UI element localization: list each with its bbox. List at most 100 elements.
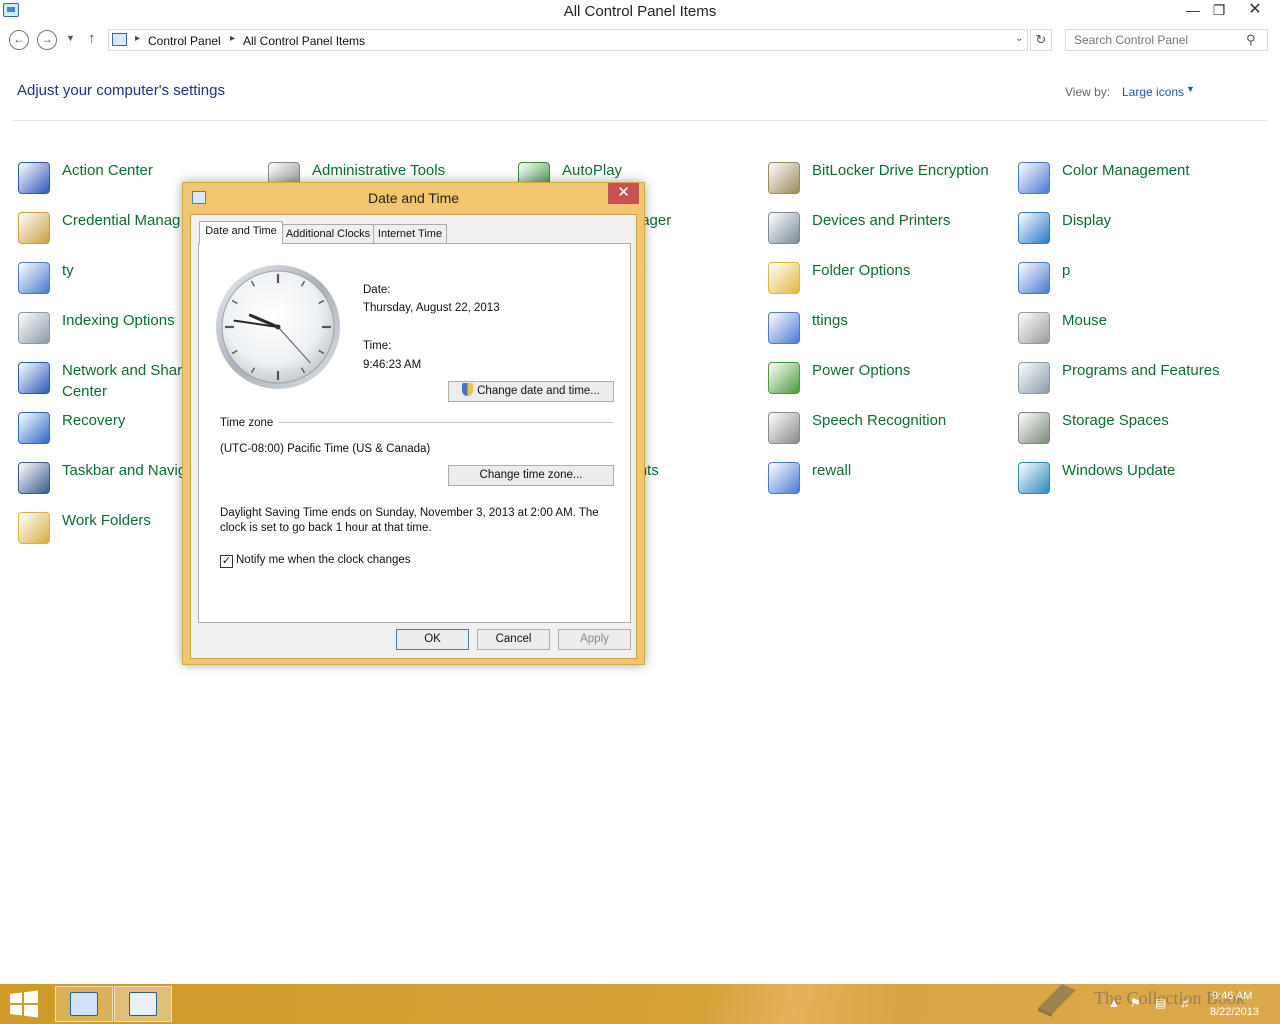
item-label: Windows Update [1062, 462, 1176, 479]
notify-checkbox[interactable]: ✓ [220, 555, 233, 568]
cancel-button[interactable]: Cancel [477, 629, 550, 650]
tab-internet-time[interactable]: Internet Time [373, 224, 447, 245]
book-icon [1038, 984, 1076, 1017]
control-panel-item[interactable]: p [1018, 258, 1258, 302]
item-icon [768, 412, 800, 444]
item-label: Administrative Tools [312, 162, 446, 179]
taskbar-clock-date[interactable]: 8/22/2013 [1210, 1006, 1259, 1018]
item-label: Power Options [812, 362, 911, 379]
item-icon [18, 412, 50, 444]
item-label: ttings [812, 312, 848, 329]
change-date-time-label: Change date and time... [477, 385, 600, 397]
change-time-zone-button[interactable]: Change time zone... [448, 465, 614, 486]
search-icon[interactable]: ⚲ [1246, 32, 1256, 48]
divider [12, 120, 1268, 121]
breadcrumb-all-items[interactable]: All Control Panel Items [243, 34, 365, 48]
uac-shield-icon [462, 383, 474, 396]
dst-info-line1: Daylight Saving Time ends on Sunday, Nov… [220, 507, 599, 519]
control-panel-item[interactable]: Display [1018, 208, 1258, 252]
item-label: Indexing Options [62, 312, 175, 329]
restore-button[interactable]: ❐ [1206, 0, 1232, 22]
breadcrumb-control-panel[interactable]: Control Panel [148, 34, 221, 48]
dialog-close-button[interactable]: ✕ [608, 183, 639, 204]
item-icon [18, 462, 50, 494]
control-panel-item[interactable]: rewall [768, 458, 1008, 502]
item-label: Programs and Features [1062, 362, 1220, 379]
control-panel-item[interactable]: Speech Recognition [768, 408, 1008, 452]
taskbar-date-time[interactable] [114, 986, 172, 1022]
show-hidden-icons-icon[interactable]: ▲ [1108, 996, 1120, 1010]
item-label: Recovery [62, 412, 126, 429]
network-icon[interactable]: ▤ [1155, 996, 1166, 1010]
item-icon [768, 262, 800, 294]
tab-additional-clocks[interactable]: Additional Clocks [282, 224, 374, 245]
change-date-time-button[interactable]: Change date and time... [448, 381, 614, 402]
tab-date-and-time[interactable]: Date and Time [199, 221, 283, 244]
control-panel-icon [70, 992, 98, 1016]
item-icon [1018, 162, 1050, 194]
date-time-dialog: Date and Time ✕ Date and Time Additional… [182, 182, 645, 665]
recent-locations-dropdown[interactable]: ▼ [66, 33, 75, 43]
breadcrumb-separator-icon[interactable]: ▸ [230, 33, 235, 44]
window-title-bar: All Control Panel Items — ❐ ✕ [0, 0, 1280, 24]
item-icon [1018, 412, 1050, 444]
item-icon [1018, 262, 1050, 294]
address-bar[interactable]: ▸ Control Panel ▸ All Control Panel Item… [108, 29, 1028, 51]
control-panel-item[interactable]: Programs and Features [1018, 358, 1258, 402]
control-panel-item[interactable]: Color Management [1018, 158, 1258, 202]
view-by-dropdown[interactable]: Large icons [1122, 85, 1184, 99]
item-icon [18, 162, 50, 194]
taskbar [0, 984, 1280, 1024]
page-title: Adjust your computer's settings [17, 82, 225, 99]
control-panel-item[interactable]: Power Options [768, 358, 1008, 402]
address-dropdown-icon[interactable]: ⌄ [1015, 33, 1023, 44]
close-button[interactable]: ✕ [1240, 0, 1270, 22]
date-value: Thursday, August 22, 2013 [363, 302, 500, 314]
item-icon [18, 312, 50, 344]
date-time-tab-page: Date: Thursday, August 22, 2013 Time: 9:… [198, 243, 631, 623]
navigation-bar: ← → ▼ ↑ ▸ Control Panel ▸ All Control Pa… [0, 28, 1280, 54]
date-label: Date: [363, 284, 391, 296]
volume-icon[interactable]: ♬ [1180, 996, 1192, 1010]
action-center-flag-icon[interactable]: ⚑ [1130, 996, 1141, 1010]
analog-clock [216, 265, 340, 389]
search-input[interactable] [1065, 29, 1268, 51]
item-label: Mouse [1062, 312, 1108, 329]
control-panel-item[interactable]: BitLocker Drive Encryption [768, 158, 1008, 202]
item-label: rewall [812, 462, 852, 479]
item-icon [768, 462, 800, 494]
item-icon [1018, 312, 1050, 344]
item-label: ty [62, 262, 74, 279]
minimize-button[interactable]: — [1180, 0, 1206, 22]
window-title: All Control Panel Items [563, 3, 717, 20]
time-value: 9:46:23 AM [363, 359, 422, 371]
control-panel-item[interactable]: ttings [768, 308, 1008, 352]
notify-label[interactable]: Notify me when the clock changes [236, 554, 411, 566]
control-panel-item[interactable]: Storage Spaces [1018, 408, 1258, 452]
item-label: Devices and Printers [812, 212, 951, 229]
item-label: Folder Options [812, 262, 911, 279]
control-panel-item[interactable]: Windows Update [1018, 458, 1258, 502]
item-label: Display [1062, 212, 1112, 229]
control-panel-item[interactable]: Devices and Printers [768, 208, 1008, 252]
refresh-button[interactable]: ↻ [1030, 29, 1052, 51]
item-icon [1018, 462, 1050, 494]
item-icon [18, 512, 50, 544]
chevron-down-icon[interactable]: ▼ [1186, 84, 1195, 94]
windows-start-icon[interactable] [8, 990, 40, 1018]
control-panel-item[interactable]: Mouse [1018, 308, 1258, 352]
taskbar-control-panel[interactable] [55, 986, 113, 1022]
time-zone-value: (UTC-08:00) Pacific Time (US & Canada) [220, 443, 431, 455]
ok-button[interactable]: OK [396, 629, 469, 650]
apply-button[interactable]: Apply [558, 629, 631, 650]
breadcrumb-separator-icon[interactable]: ▸ [135, 33, 140, 44]
taskbar-clock-time[interactable]: 9:46 AM [1212, 990, 1252, 1002]
back-button[interactable]: ← [9, 30, 29, 50]
item-label: AutoPlay [562, 162, 623, 179]
view-by-label: View by: [1065, 85, 1111, 99]
up-button[interactable]: ↑ [88, 30, 96, 47]
dialog-body: Date and Time Additional Clocks Internet… [190, 214, 637, 659]
forward-button[interactable]: → [37, 30, 57, 50]
control-panel-item[interactable]: Folder Options [768, 258, 1008, 302]
item-label: Work Folders [62, 512, 151, 529]
